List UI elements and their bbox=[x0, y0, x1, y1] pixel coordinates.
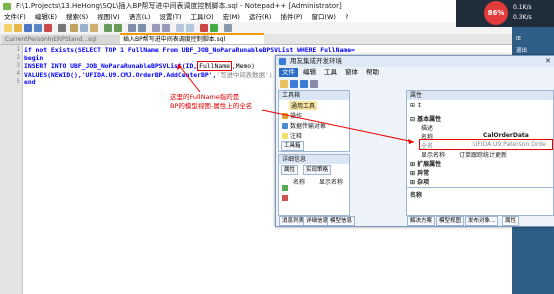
arrowhead bbox=[177, 64, 182, 70]
arrow-to-property bbox=[261, 109, 415, 143]
arrow-to-code bbox=[177, 63, 201, 93]
annotation-arrows bbox=[177, 63, 415, 144]
